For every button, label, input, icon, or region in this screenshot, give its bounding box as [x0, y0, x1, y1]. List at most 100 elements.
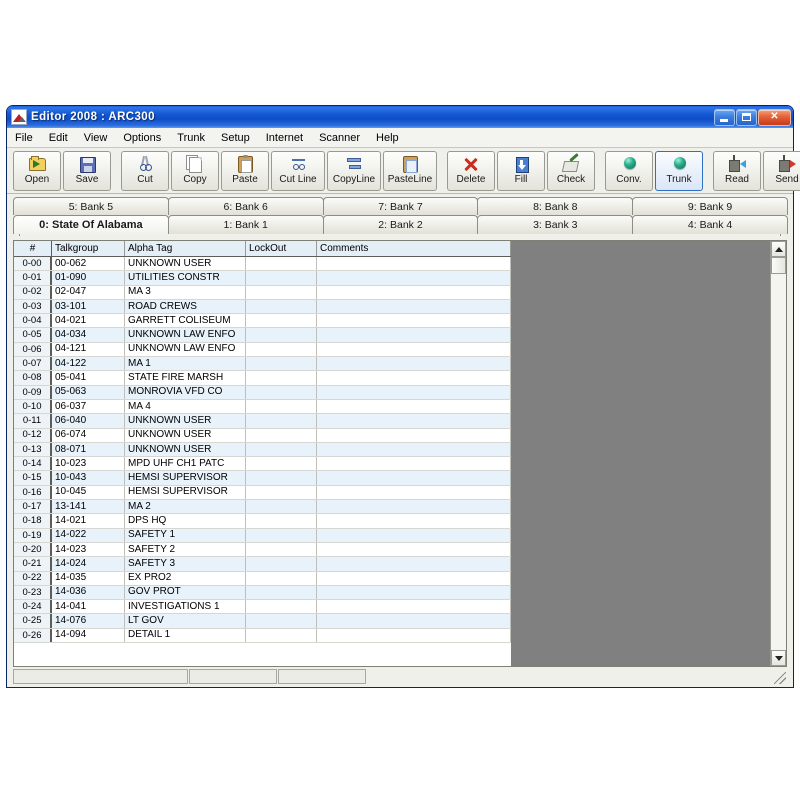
tab-bank-4[interactable]: 4: Bank 4: [632, 215, 788, 234]
cell-number[interactable]: 0-24: [14, 600, 52, 614]
cell-alpha-tag[interactable]: STATE FIRE MARSH: [125, 371, 246, 385]
tab-bank-7[interactable]: 7: Bank 7: [322, 197, 479, 215]
cell-number[interactable]: 0-20: [14, 542, 52, 557]
cell-comments[interactable]: [317, 328, 511, 342]
table-row[interactable]: 0-07 04-122 MA 1: [14, 357, 511, 372]
table-row[interactable]: 0-12 06-074 UNKNOWN USER: [14, 428, 511, 443]
cell-comments[interactable]: [317, 314, 511, 328]
column-header-comments[interactable]: Comments: [317, 241, 511, 256]
cell-alpha-tag[interactable]: UNKNOWN USER: [125, 442, 246, 457]
cell-lockout[interactable]: [246, 328, 317, 342]
cell-alpha-tag[interactable]: GARRETT COLISEUM: [125, 314, 246, 328]
table-row[interactable]: 0-06 04-121 UNKNOWN LAW ENFO: [14, 342, 511, 358]
cell-talkgroup[interactable]: 02-047: [52, 285, 125, 299]
menu-item-file[interactable]: File: [13, 131, 35, 145]
table-row[interactable]: 0-18 14-021 DPS HQ: [14, 514, 511, 529]
tab-bank-6[interactable]: 6: Bank 6: [167, 197, 324, 215]
cell-lockout[interactable]: [246, 628, 317, 643]
cell-comments[interactable]: [317, 600, 511, 614]
cell-comments[interactable]: [317, 628, 511, 643]
close-button[interactable]: ✕: [758, 108, 791, 126]
cell-talkgroup[interactable]: 14-036: [52, 585, 125, 600]
maximize-button[interactable]: [736, 108, 757, 126]
scrollbar-thumb[interactable]: [771, 257, 786, 274]
cell-number[interactable]: 0-09: [14, 385, 52, 399]
send-button[interactable]: Send: [763, 150, 800, 191]
table-row[interactable]: 0-11 06-040 UNKNOWN USER: [14, 414, 511, 429]
cell-comments[interactable]: [317, 357, 511, 371]
scrollbar-track[interactable]: [771, 274, 786, 650]
cell-talkgroup[interactable]: 06-074: [52, 428, 125, 442]
cell-lockout[interactable]: [246, 314, 317, 328]
tab-bank-3[interactable]: 3: Bank 3: [477, 215, 634, 234]
cell-alpha-tag[interactable]: UNKNOWN USER: [125, 257, 246, 271]
cell-lockout[interactable]: [246, 342, 317, 357]
cell-alpha-tag[interactable]: UTILITIES CONSTR: [125, 271, 246, 285]
table-row[interactable]: 0-26 14-094 DETAIL 1: [14, 628, 511, 644]
cell-talkgroup[interactable]: 13-141: [52, 500, 125, 514]
cell-number[interactable]: 0-12: [14, 428, 52, 442]
cell-alpha-tag[interactable]: DETAIL 1: [125, 628, 246, 643]
table-row[interactable]: 0-16 10-045 HEMSI SUPERVISOR: [14, 485, 511, 501]
cell-comments[interactable]: [317, 557, 511, 571]
cell-comments[interactable]: [317, 614, 511, 628]
fill-button[interactable]: Fill: [497, 150, 545, 191]
cell-alpha-tag[interactable]: UNKNOWN LAW ENFO: [125, 328, 246, 342]
cell-lockout[interactable]: [246, 442, 317, 457]
cell-talkgroup[interactable]: 14-035: [52, 571, 125, 585]
cell-number[interactable]: 0-19: [14, 528, 52, 542]
cell-lockout[interactable]: [246, 271, 317, 285]
trunk-mode-button[interactable]: Trunk: [655, 150, 703, 191]
paste-line-button[interactable]: PasteLine: [383, 150, 437, 191]
cell-number[interactable]: 0-22: [14, 571, 52, 585]
tab-state-of-alabama[interactable]: 0: State Of Alabama: [13, 215, 169, 234]
table-row[interactable]: 0-15 10-043 HEMSI SUPERVISOR: [14, 471, 511, 486]
cell-comments[interactable]: [317, 385, 511, 399]
cell-talkgroup[interactable]: 10-023: [52, 457, 125, 471]
cell-comments[interactable]: [317, 428, 511, 442]
menu-item-trunk[interactable]: Trunk: [175, 131, 207, 145]
cell-comments[interactable]: [317, 571, 511, 585]
cell-talkgroup[interactable]: 14-023: [52, 542, 125, 557]
cell-comments[interactable]: [317, 299, 511, 314]
cell-lockout[interactable]: [246, 557, 317, 571]
cell-comments[interactable]: [317, 528, 511, 542]
copy-button[interactable]: Copy: [171, 150, 219, 191]
cell-comments[interactable]: [317, 271, 511, 285]
cut-line-button[interactable]: Cut Line: [271, 150, 325, 191]
cell-alpha-tag[interactable]: SAFETY 1: [125, 528, 246, 542]
scroll-up-button[interactable]: [771, 241, 786, 257]
cell-number[interactable]: 0-13: [14, 442, 52, 457]
menu-item-options[interactable]: Options: [121, 131, 163, 145]
talkgroup-grid[interactable]: # Talkgroup Alpha Tag LockOut Comments 0…: [14, 241, 511, 666]
cell-alpha-tag[interactable]: ROAD CREWS: [125, 299, 246, 314]
cell-talkgroup[interactable]: 14-041: [52, 600, 125, 614]
cell-alpha-tag[interactable]: LT GOV: [125, 614, 246, 628]
cell-number[interactable]: 0-11: [14, 414, 52, 428]
save-button[interactable]: Save: [63, 150, 111, 191]
cell-alpha-tag[interactable]: HEMSI SUPERVISOR: [125, 471, 246, 485]
cell-talkgroup[interactable]: 08-071: [52, 442, 125, 457]
cell-number[interactable]: 0-23: [14, 585, 52, 600]
cell-alpha-tag[interactable]: MA 3: [125, 285, 246, 299]
cell-lockout[interactable]: [246, 485, 317, 500]
table-row[interactable]: 0-09 05-063 MONROVIA VFD CO: [14, 385, 511, 400]
cell-lockout[interactable]: [246, 414, 317, 428]
tab-bank-9[interactable]: 9: Bank 9: [632, 197, 788, 215]
cell-talkgroup[interactable]: 14-024: [52, 557, 125, 571]
cell-alpha-tag[interactable]: MA 1: [125, 357, 246, 371]
cell-lockout[interactable]: [246, 357, 317, 371]
cell-alpha-tag[interactable]: SAFETY 2: [125, 542, 246, 557]
cell-number[interactable]: 0-16: [14, 485, 52, 500]
cell-alpha-tag[interactable]: MA 4: [125, 399, 246, 414]
cell-alpha-tag[interactable]: INVESTIGATIONS 1: [125, 600, 246, 614]
read-button[interactable]: Read: [713, 150, 761, 191]
cell-lockout[interactable]: [246, 399, 317, 414]
cell-comments[interactable]: [317, 500, 511, 514]
conventional-mode-button[interactable]: Conv.: [605, 150, 653, 191]
table-row[interactable]: 0-19 14-022 SAFETY 1: [14, 528, 511, 543]
cell-comments[interactable]: [317, 257, 511, 271]
table-row[interactable]: 0-23 14-036 GOV PROT: [14, 585, 511, 601]
open-button[interactable]: Open: [13, 150, 61, 191]
cell-number[interactable]: 0-02: [14, 285, 52, 299]
